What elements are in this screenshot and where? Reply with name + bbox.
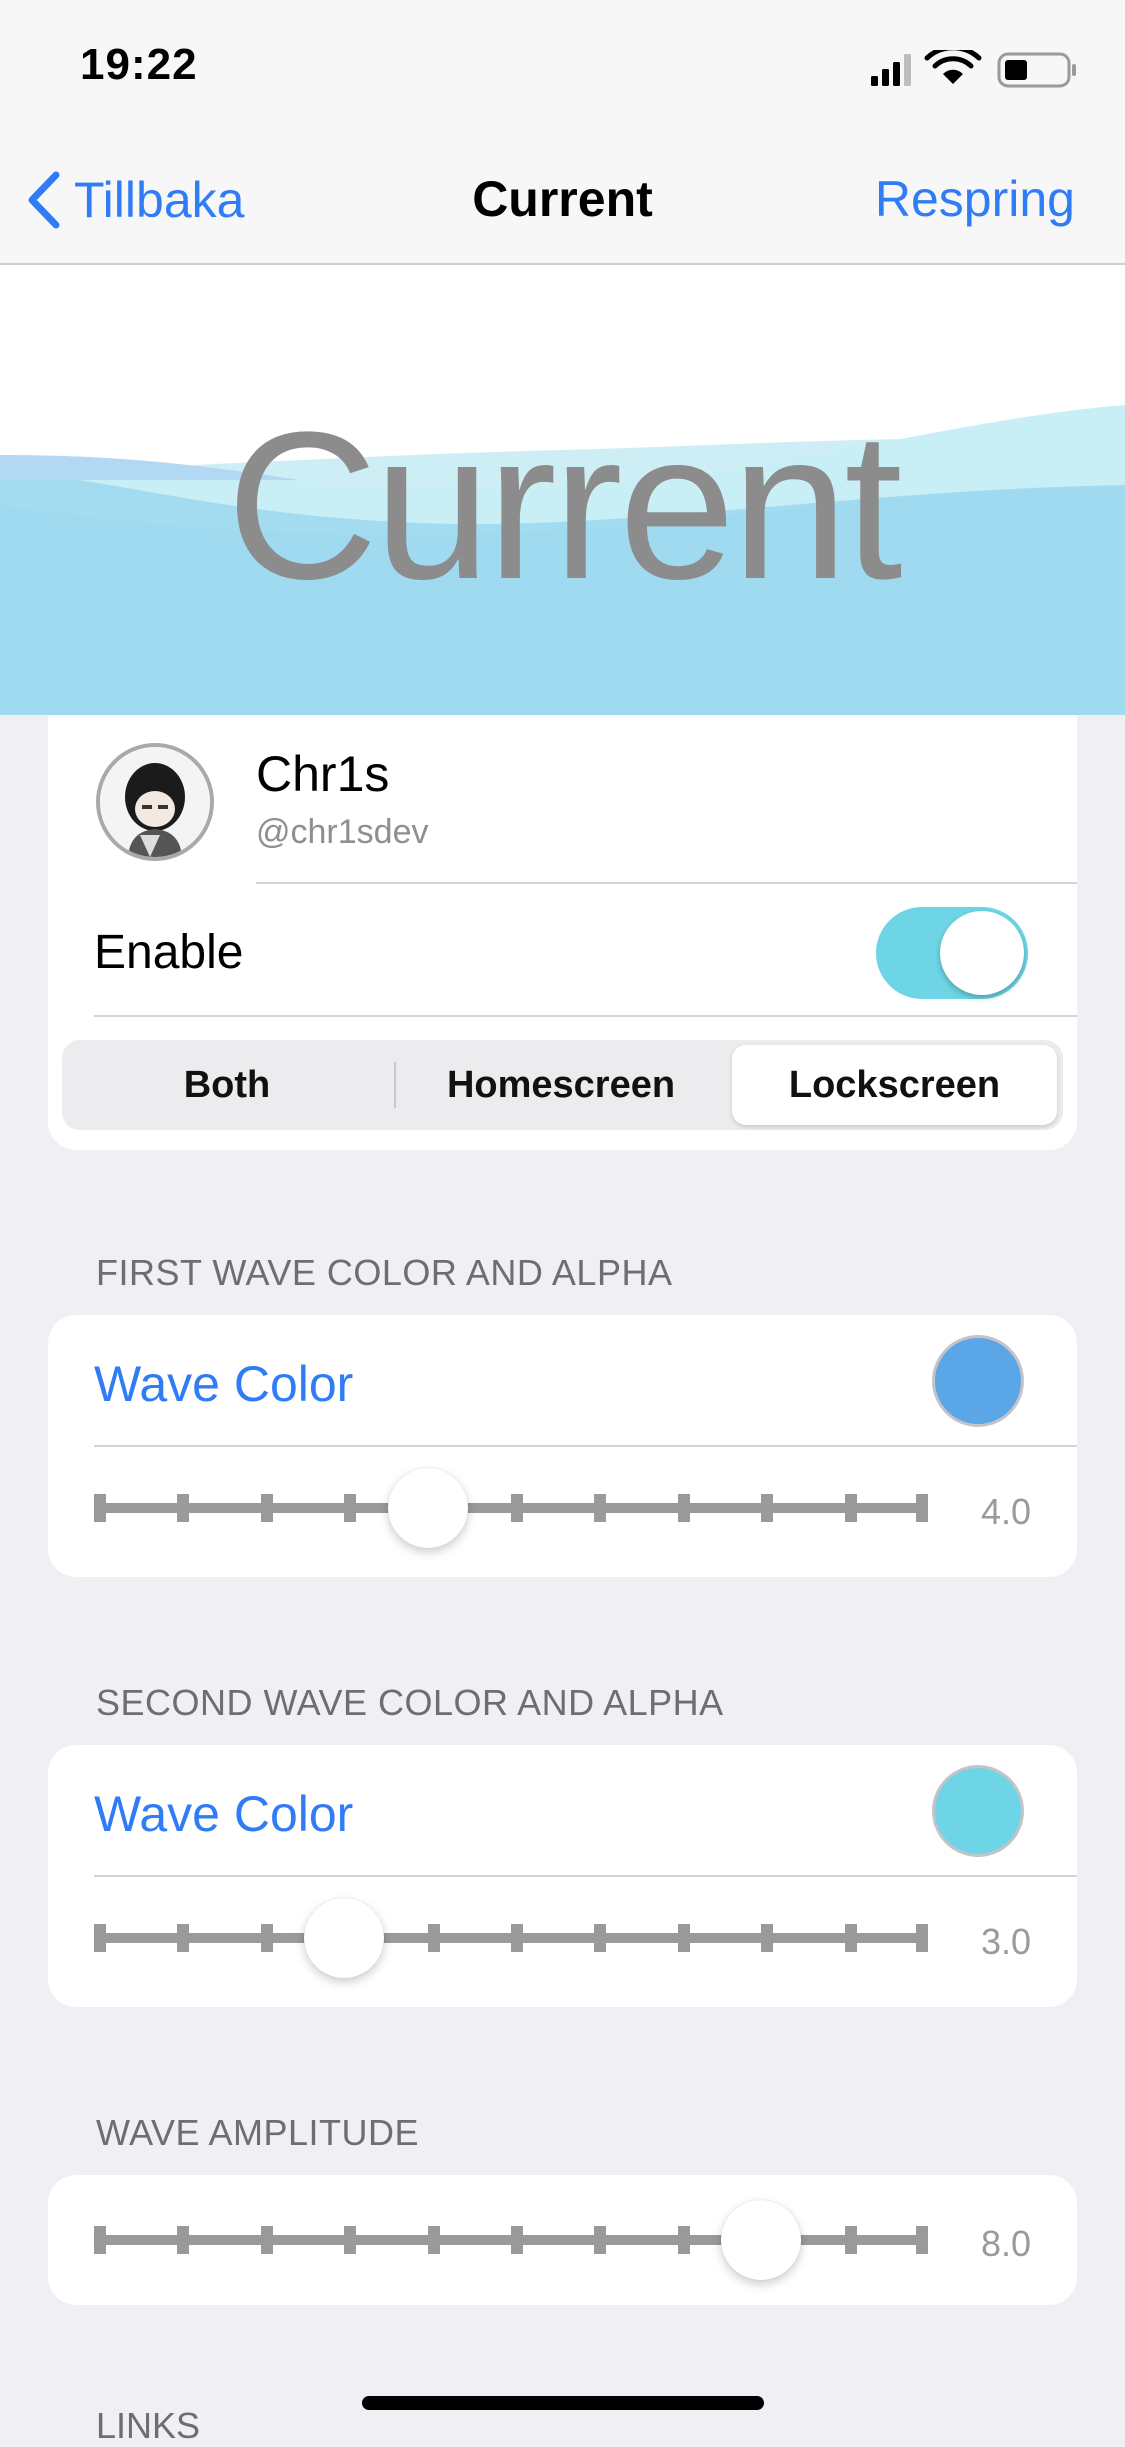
slider-tick [511, 1494, 523, 1522]
amplitude-slider[interactable] [94, 2200, 974, 2280]
respring-button[interactable]: Respring [875, 170, 1075, 228]
navigation-bar: Tillbaka Current Respring [0, 130, 1125, 265]
segment-homescreen[interactable]: Homescreen [396, 1040, 726, 1130]
slider-tick [594, 1924, 607, 1952]
enable-toggle[interactable] [876, 907, 1028, 999]
slider-tick [916, 2226, 928, 2254]
slider-tick [94, 1494, 106, 1522]
slider-tick [594, 2226, 607, 2254]
slider-tick [177, 2226, 190, 2254]
divider [94, 1445, 1077, 1447]
header-title: Current [226, 388, 902, 623]
slider-tick [844, 2226, 857, 2254]
slider-value: 4.0 [980, 1491, 1031, 1532]
slider-tick [427, 1924, 440, 1952]
first-wave-header: FIRST WAVE COLOR AND ALPHA [96, 1252, 673, 1293]
slider-tick [260, 2226, 273, 2254]
profile-handle: @chr1sdev [256, 813, 429, 851]
divider [256, 882, 1077, 884]
slider-tick [844, 1924, 857, 1952]
slider-tick [761, 1924, 774, 1952]
segment-both[interactable]: Both [62, 1040, 392, 1130]
slider-tick [260, 1924, 273, 1952]
slider-tick [177, 1924, 190, 1952]
slider-tick [260, 1494, 273, 1522]
slider-tick [916, 1924, 928, 1952]
slider-tick [177, 1494, 190, 1522]
wave-color-button[interactable]: Wave Color [94, 1785, 353, 1843]
mode-segmented-control: Both Homescreen Lockscreen [62, 1040, 1063, 1130]
slider-value: 8.0 [980, 2223, 1031, 2264]
color-swatch[interactable] [932, 1765, 1024, 1857]
avatar[interactable] [96, 743, 214, 861]
home-indicator [362, 2396, 764, 2410]
slider-thumb[interactable] [721, 2200, 802, 2280]
divider [94, 1875, 1077, 1877]
slider-value: 3.0 [980, 1921, 1031, 1962]
color-swatch[interactable] [932, 1335, 1024, 1427]
status-time: 19:22 [80, 40, 198, 89]
header-banner: Current [0, 265, 1125, 715]
slider-tick [761, 1494, 774, 1522]
slider-tick [427, 2226, 440, 2254]
slider-tick [916, 1494, 928, 1522]
slider-thumb[interactable] [304, 1898, 385, 1978]
second-wave-header: SECOND WAVE COLOR AND ALPHA [96, 1682, 724, 1723]
signal-wifi-battery-icons [871, 45, 1076, 88]
avatar-image [100, 747, 210, 857]
toggle-knob [940, 911, 1024, 995]
divider [94, 1015, 1077, 1017]
slider-tick [511, 2226, 523, 2254]
slider-tick [844, 1494, 857, 1522]
alpha-slider[interactable] [94, 1898, 974, 1978]
second-wave-card: Wave Color 3.0 [48, 1745, 1077, 2007]
slider-tick [344, 1494, 357, 1522]
status-icons [871, 45, 1081, 90]
slider-tick [677, 1494, 690, 1522]
slider-thumb[interactable] [387, 1468, 468, 1548]
wave-color-button[interactable]: Wave Color [94, 1355, 353, 1413]
slider-tick [94, 2226, 106, 2254]
status-bar: 19:22 [0, 0, 1125, 130]
slider-tick [94, 1924, 106, 1952]
amplitude-header: WAVE AMPLITUDE [96, 2112, 420, 2153]
slider-tick [677, 2226, 690, 2254]
profile-name: Chr1s [256, 746, 390, 802]
links-header: LINKS [96, 2405, 201, 2446]
slider-tick [344, 2226, 357, 2254]
profile-card: Chr1s @chr1sdev Enable Both Homescreen L… [48, 715, 1077, 1150]
first-wave-card: Wave Color 4.0 [48, 1315, 1077, 1577]
slider-tick [594, 1494, 607, 1522]
alpha-slider[interactable] [94, 1468, 974, 1548]
slider-tick [677, 1924, 690, 1952]
enable-label: Enable [94, 926, 244, 979]
amplitude-card: 8.0 [48, 2175, 1077, 2305]
segment-lockscreen[interactable]: Lockscreen [732, 1045, 1057, 1125]
slider-tick [511, 1924, 523, 1952]
